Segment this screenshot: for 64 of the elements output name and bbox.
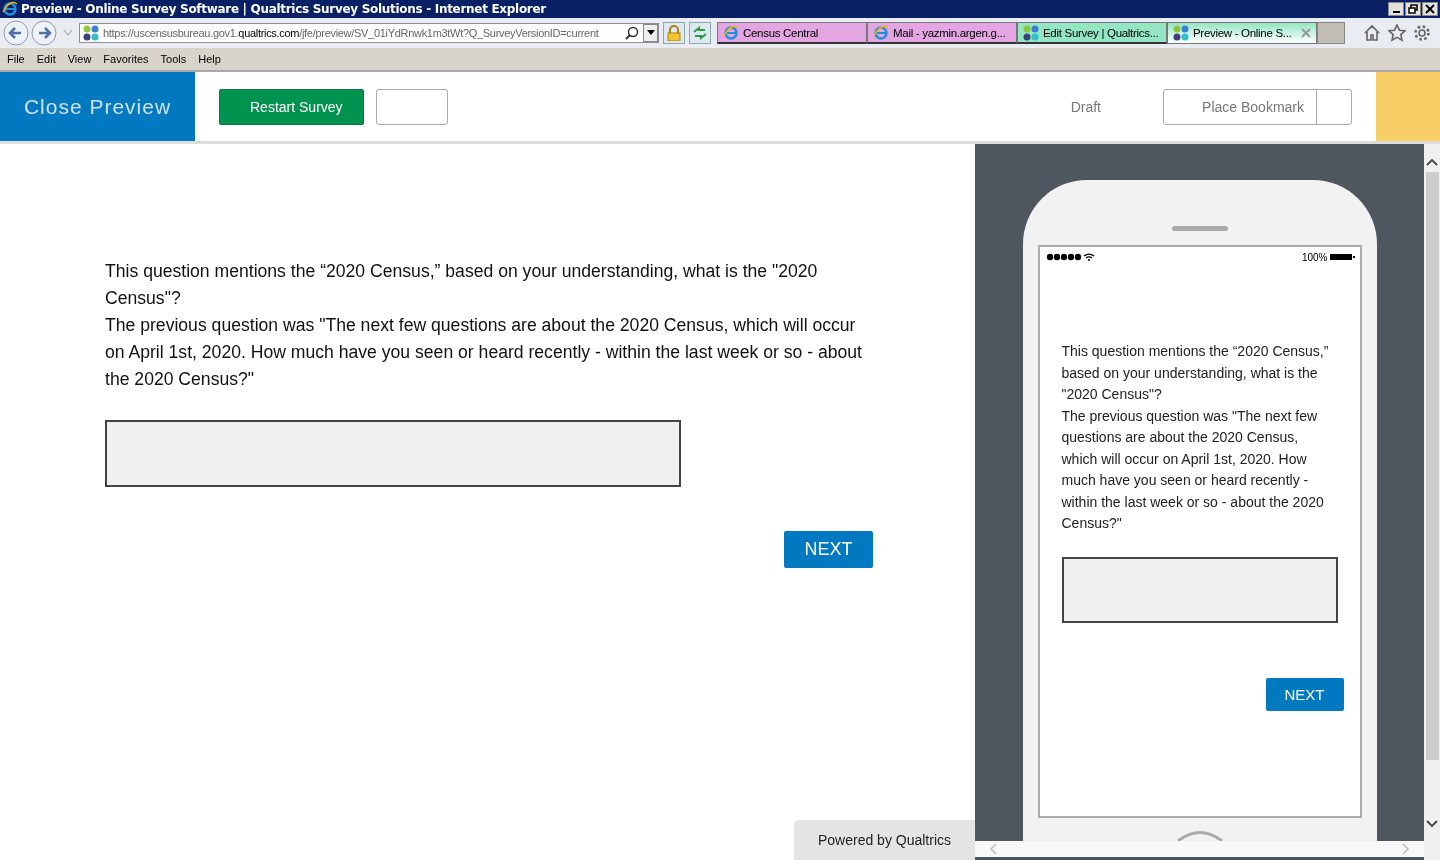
question-text: The previous question was "The next few questions are about the 2020 Census, which will occur on April 1st, 2020. How much have you seen or heard recently - within the last week or so - about the 2020 Census?" [1061, 406, 1325, 533]
lock-button[interactable] [663, 22, 685, 44]
site-logo-icon [1023, 24, 1039, 41]
battery-icon [1329, 253, 1356, 261]
signal-icon [1045, 253, 1096, 261]
browser-tab[interactable]: Mail - yazmin.argen.g... [867, 22, 1017, 44]
next-button[interactable]: NEXT [1265, 677, 1344, 711]
scroll-right-icon [1402, 843, 1410, 855]
forward-button[interactable] [31, 20, 57, 46]
question-text: The previous question was "The next few questions are about the 2020 Census, which will occur on April 1st, 2020. How much have you seen or heard recently - within the last week or so - about the 2020 Census?" [105, 314, 863, 391]
menu-item[interactable]: File [3, 53, 33, 65]
menu-item[interactable]: Help [194, 53, 229, 65]
browser-logo-icon [873, 24, 889, 41]
url-text: https://uscensusbureau.gov1.qualtrics.com/jfe/preview/SV_01iYdRnwk1m3tWt?Q_SurveyVersionID=current [103, 27, 600, 39]
question-text: This question mentions the “2020 Census,” based on your understanding, what is the "2020 Census"? [1061, 342, 1330, 404]
home-icon[interactable] [1363, 24, 1381, 42]
close-icon [1425, 4, 1435, 14]
menu-item[interactable]: View [63, 53, 100, 65]
scroll-left-icon [989, 843, 997, 855]
browser-tab[interactable]: Edit Survey | Qualtrics... [1017, 22, 1167, 44]
browser-logo-icon [723, 24, 739, 41]
window-title: Preview - Online Survey Software | Qualtrics Survey Solutions - Internet Explorer [21, 2, 546, 16]
battery-percent: 100% [1301, 251, 1328, 263]
close-icon[interactable] [1301, 28, 1311, 38]
scroll-down-icon [1426, 820, 1438, 828]
browser-tab[interactable]: Preview - Online S... [1167, 22, 1317, 44]
answer-field[interactable] [1061, 556, 1338, 623]
caret-icon [646, 30, 655, 36]
next-button[interactable]: NEXT [784, 531, 873, 568]
address-field[interactable]: https://uscensusbureau.gov1.qualtrics.com/jfe/preview/SV_01iYdRnwk1m3tWt?Q_SurveyVersionID=current [79, 23, 659, 43]
scroll-up-icon [1426, 158, 1438, 166]
question-text: This question mentions the “2020 Census,” based on your understanding, what is the "2020 Census"? [105, 260, 819, 310]
star-icon[interactable] [1388, 24, 1406, 42]
menu-item[interactable]: Tools [156, 53, 195, 65]
settings-icon[interactable] [1413, 24, 1431, 42]
menu-item[interactable]: Edit [32, 53, 64, 65]
restart-survey-button[interactable]: Restart Survey [219, 88, 364, 125]
browser-tab[interactable]: Census Central [717, 22, 867, 44]
phone-speaker [1171, 226, 1228, 231]
restore-button[interactable] [1405, 2, 1421, 16]
menu-item[interactable]: Favorites [99, 53, 157, 65]
lock-icon [667, 25, 681, 41]
horizontal-scrollbar[interactable] [975, 841, 1424, 857]
browser-logo-icon [2, 1, 18, 17]
back-button[interactable] [3, 20, 29, 46]
header-accent [1376, 72, 1440, 141]
refresh-icon [692, 26, 708, 40]
refresh-button[interactable] [689, 22, 711, 44]
minimize-button[interactable] [1388, 2, 1404, 16]
answer-field[interactable] [105, 420, 681, 487]
powered-by-label: Powered by Qualtrics [794, 820, 975, 860]
close-preview-button[interactable]: Close Preview [0, 72, 195, 141]
place-bookmark-button[interactable]: Place Bookmark [1163, 88, 1352, 125]
dropdown-button[interactable] [643, 24, 658, 42]
search-icon [625, 26, 639, 40]
dropdown-caret-icon [63, 29, 73, 37]
blank-button[interactable] [376, 88, 448, 125]
status-label: Draft [1070, 98, 1101, 115]
restore-icon [1408, 4, 1418, 14]
site-logo-icon [1173, 25, 1189, 41]
close-button[interactable] [1422, 2, 1438, 16]
minimize-icon [1392, 11, 1400, 13]
site-logo-icon [83, 25, 99, 41]
vertical-scrollbar[interactable] [1424, 144, 1440, 860]
